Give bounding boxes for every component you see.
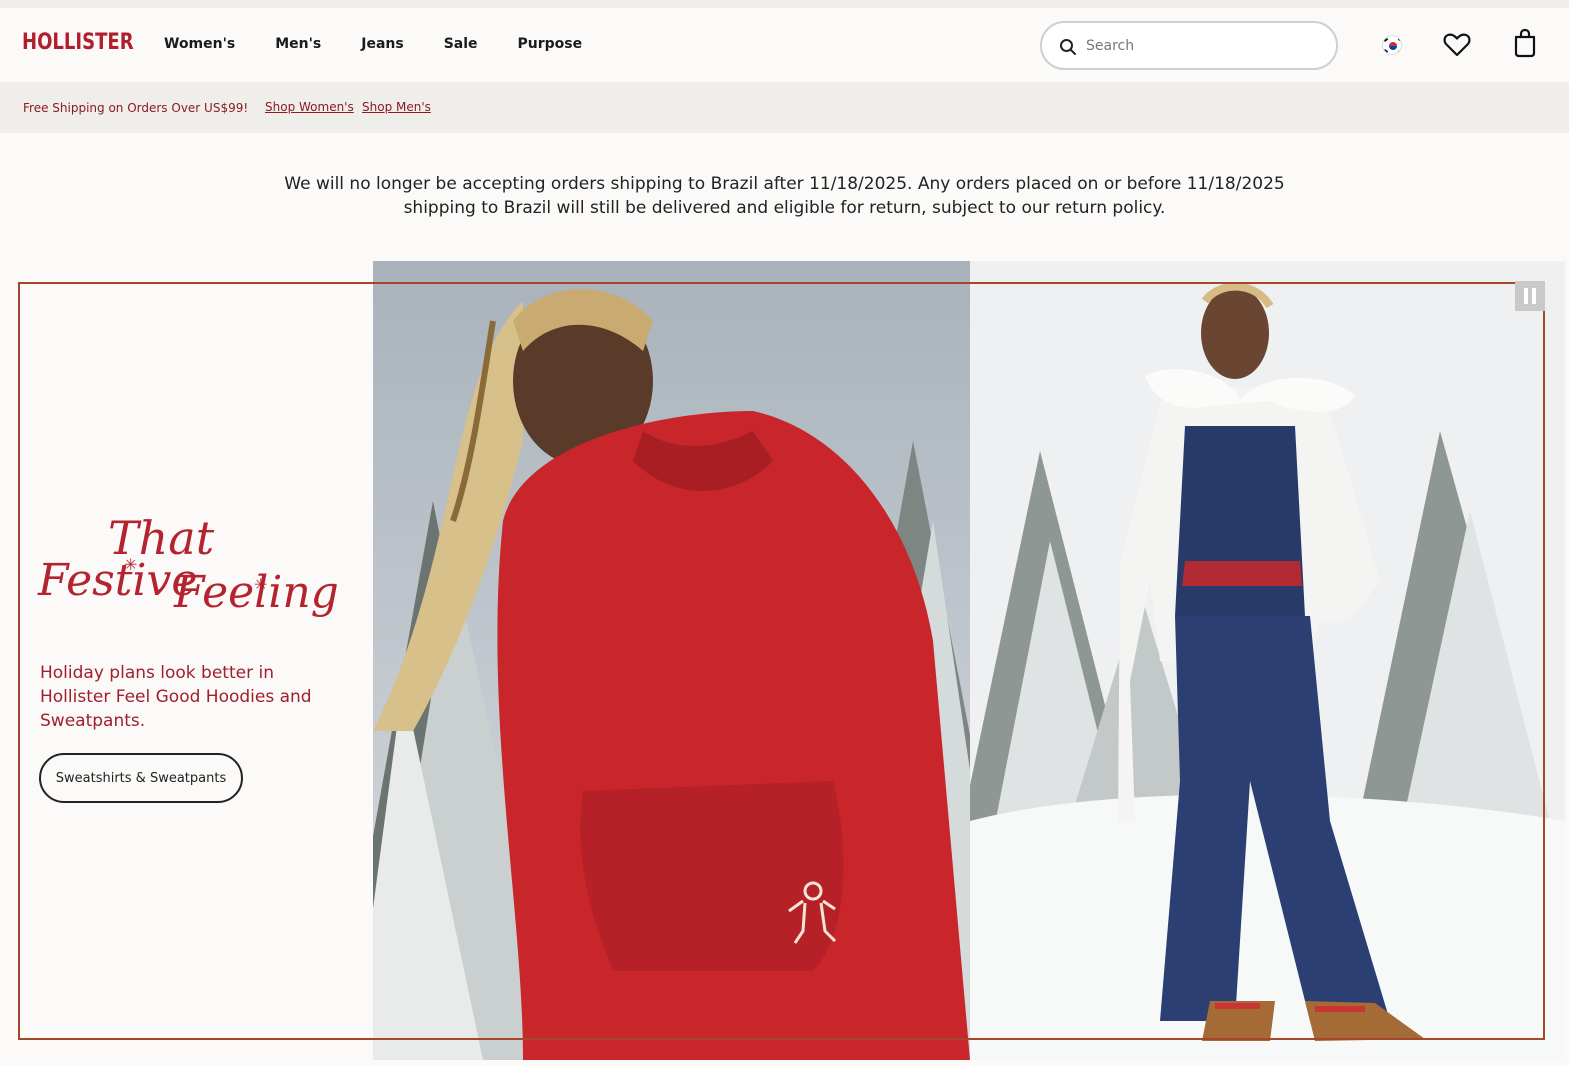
top-strip: [0, 0, 1569, 8]
search-box[interactable]: [1040, 21, 1338, 70]
free-shipping-text: Free Shipping on Orders Over US$99!: [23, 101, 249, 115]
notice-line-2: shipping to Brazil will still be deliver…: [403, 198, 1166, 218]
nav-item-sale[interactable]: Sale: [444, 36, 478, 52]
shop-mens-link[interactable]: Shop Men's: [362, 100, 431, 114]
search-input[interactable]: [1086, 33, 1316, 59]
hollister-logo[interactable]: HOLLISTER: [22, 30, 134, 55]
promo-bar: Free Shipping on Orders Over US$99! Shop…: [0, 82, 1569, 133]
sweatshirts-sweatpants-button[interactable]: Sweatshirts & Sweatpants: [39, 753, 243, 803]
nav-item-jeans[interactable]: Jeans: [361, 36, 403, 52]
brazil-shipping-notice: We will no longer be accepting orders sh…: [0, 172, 1569, 220]
nav-item-purpose[interactable]: Purpose: [518, 36, 583, 52]
search-icon: [1060, 39, 1076, 55]
site-header: HOLLISTER Women's Men's Jeans Sale Purpo…: [0, 8, 1569, 82]
notice-line-1: We will no longer be accepting orders sh…: [284, 174, 1285, 194]
shop-womens-link[interactable]: Shop Women's: [265, 100, 354, 114]
south-korea-flag-icon[interactable]: [1382, 35, 1402, 55]
pause-icon[interactable]: [1515, 281, 1545, 311]
red-hoodie-photo[interactable]: [373, 261, 970, 1060]
hero-description: Holiday plans look better in Hollister F…: [40, 663, 312, 731]
nav-item-mens[interactable]: Men's: [275, 36, 321, 52]
nav-item-womens[interactable]: Women's: [164, 36, 235, 52]
hero-banner[interactable]: That Festive Feeling ✳ ✳ Holiday plans l…: [0, 261, 1569, 1060]
sparkle-icon: ✳: [254, 575, 268, 594]
heart-icon[interactable]: [1443, 32, 1471, 58]
that-festive-feeling-headline: That Festive Feeling ✳ ✳: [38, 511, 339, 651]
shopping-bag-icon[interactable]: [1513, 28, 1537, 58]
sparkle-icon: ✳: [124, 555, 138, 574]
white-jacket-photo[interactable]: [970, 261, 1565, 1060]
main-nav: Women's Men's Jeans Sale Purpose: [164, 36, 622, 52]
